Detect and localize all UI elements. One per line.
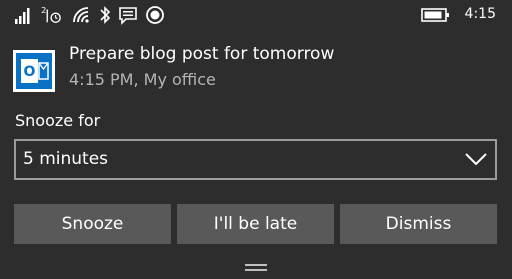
snooze-duration-value: 5 minutes <box>23 149 109 169</box>
chevron-down-icon <box>465 153 487 166</box>
notification-subtitle: 4:15 PM, My office <box>69 70 216 89</box>
dismiss-button[interactable]: Dismiss <box>340 204 497 244</box>
snooze-label: Snooze for <box>15 111 101 130</box>
svg-text:O: O <box>24 64 36 80</box>
snooze-button[interactable]: Snooze <box>14 204 171 244</box>
status-time: 4:15 <box>464 6 496 22</box>
drag-handle[interactable] <box>245 264 267 274</box>
svg-text:2: 2 <box>41 5 46 15</box>
status-bar: 2 4:15 <box>0 0 512 32</box>
wifi-icon <box>73 7 89 23</box>
cellular-data-icon: 2 <box>41 5 61 23</box>
signal-bars-icon <box>15 8 30 24</box>
notification-title: Prepare blog post for tomorrow <box>69 44 335 64</box>
outlook-icon: O <box>13 50 55 92</box>
ill-be-late-button[interactable]: I'll be late <box>177 204 334 244</box>
message-icon <box>119 7 137 25</box>
bluetooth-icon <box>100 6 111 24</box>
record-icon <box>146 6 164 24</box>
snooze-duration-select[interactable]: 5 minutes <box>14 139 497 180</box>
battery-icon <box>421 8 449 22</box>
